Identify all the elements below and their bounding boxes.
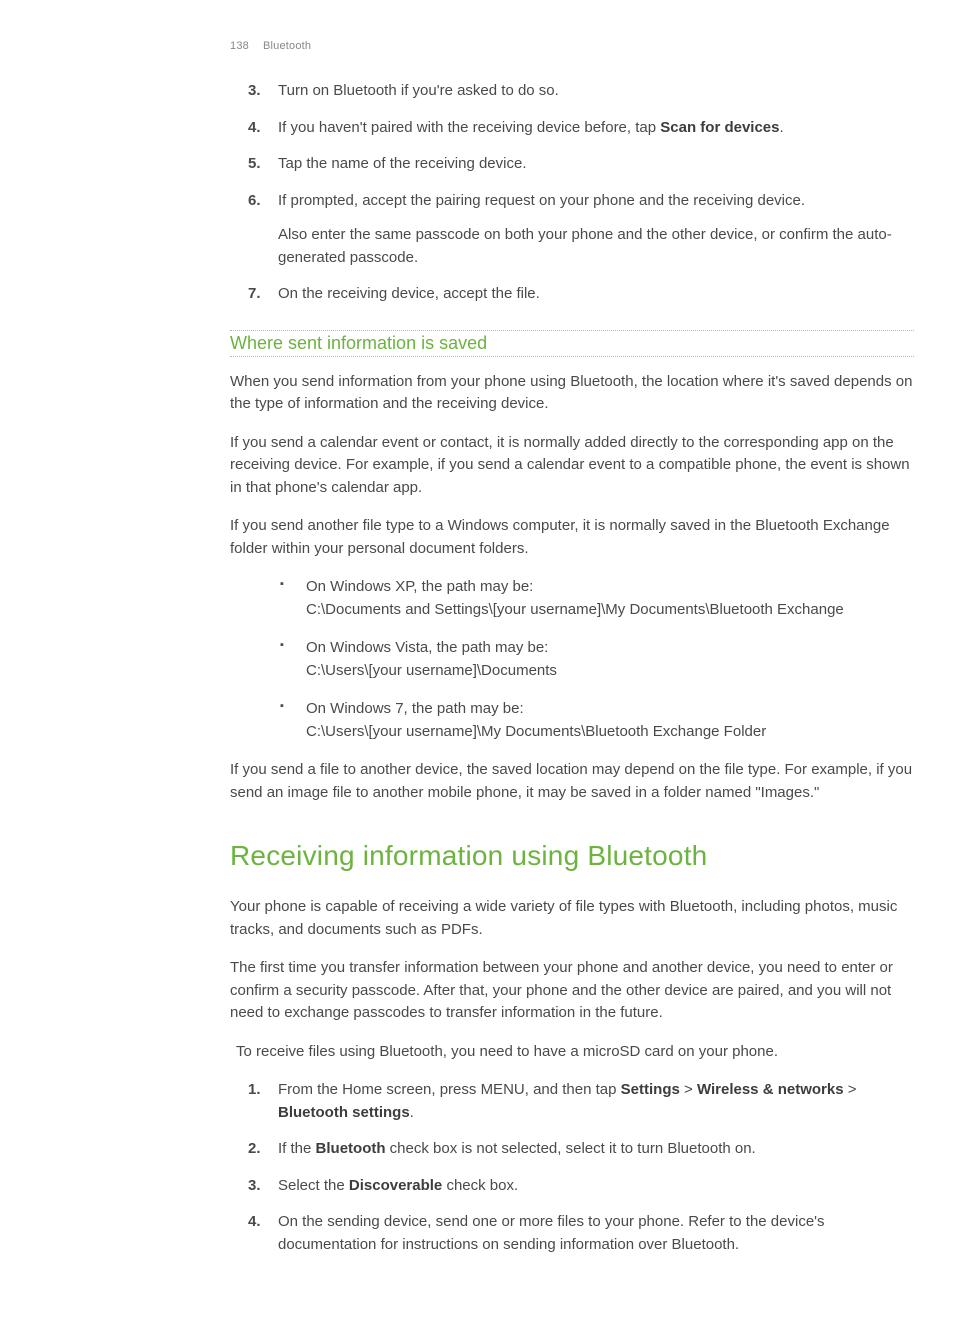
paragraph: If you send a calendar event or contact,…: [230, 432, 914, 500]
step-number: 3.: [248, 80, 261, 103]
step-item: 5. Tap the name of the receiving device.: [230, 153, 914, 176]
paragraph: Your phone is capable of receiving a wid…: [230, 896, 914, 941]
step-number: 4.: [248, 117, 261, 140]
divider: [230, 330, 914, 331]
steps-list-bottom: 1. From the Home screen, press MENU, and …: [230, 1079, 914, 1256]
step-item: 1. From the Home screen, press MENU, and …: [230, 1079, 914, 1124]
paragraph: When you send information from your phon…: [230, 371, 914, 416]
divider: [230, 356, 914, 357]
step-text: If prompted, accept the pairing request …: [278, 192, 805, 209]
step-text: Turn on Bluetooth if you're asked to do …: [278, 82, 559, 99]
subheading: Where sent information is saved: [230, 333, 914, 354]
step-item: 2. If the Bluetooth check box is not sele…: [230, 1138, 914, 1161]
step-number: 1.: [248, 1079, 261, 1102]
page-header: 138 Bluetooth: [230, 40, 914, 52]
step-extra: Also enter the same passcode on both you…: [278, 224, 914, 269]
step-text: Tap the name of the receiving device.: [278, 155, 526, 172]
step-item: 3. Turn on Bluetooth if you're asked to d…: [230, 80, 914, 103]
bold-term: Bluetooth settings: [278, 1104, 410, 1121]
bullet-head: On Windows XP, the path may be:: [306, 576, 914, 599]
step-number: 6.: [248, 190, 261, 213]
step-text: On the sending device, send one or more …: [278, 1213, 825, 1253]
bullet-item: On Windows XP, the path may be:C:\Docume…: [278, 576, 914, 621]
step-text: If the Bluetooth check box is not select…: [278, 1140, 756, 1157]
note-paragraph: To receive files using Bluetooth, you ne…: [236, 1041, 914, 1064]
step-item: 4. If you haven't paired with the receivi…: [230, 117, 914, 140]
step-text: If you haven't paired with the receiving…: [278, 119, 784, 136]
step-item: 4. On the sending device, send one or mor…: [230, 1211, 914, 1256]
bullet-item: On Windows 7, the path may be:C:\Users\[…: [278, 698, 914, 743]
step-number: 4.: [248, 1211, 261, 1234]
page-number: 138: [230, 40, 249, 52]
paragraph: If you send another file type to a Windo…: [230, 515, 914, 560]
bullet-path: C:\Users\[your username]\My Documents\Bl…: [306, 721, 914, 744]
step-item: 6. If prompted, accept the pairing reques…: [230, 190, 914, 270]
step-item: 3. Select the Discoverable check box.: [230, 1175, 914, 1198]
bold-term: Scan for devices: [660, 119, 779, 136]
step-text: On the receiving device, accept the file…: [278, 285, 540, 302]
bold-term: Bluetooth: [316, 1140, 386, 1157]
bullet-item: On Windows Vista, the path may be:C:\Use…: [278, 637, 914, 682]
bullet-head: On Windows 7, the path may be:: [306, 698, 914, 721]
step-number: 2.: [248, 1138, 261, 1161]
section-heading: Receiving information using Bluetooth: [230, 840, 914, 872]
subheading-block: Where sent information is saved: [230, 330, 914, 357]
step-item: 7. On the receiving device, accept the fi…: [230, 283, 914, 306]
step-number: 7.: [248, 283, 261, 306]
bold-term: Settings: [621, 1081, 680, 1098]
bullet-head: On Windows Vista, the path may be:: [306, 637, 914, 660]
bold-term: Discoverable: [349, 1177, 442, 1194]
paragraph: The first time you transfer information …: [230, 957, 914, 1025]
steps-list-top: 3. Turn on Bluetooth if you're asked to d…: [230, 80, 914, 306]
step-number: 5.: [248, 153, 261, 176]
bullet-path: C:\Users\[your username]\Documents: [306, 660, 914, 683]
bold-term: Wireless & networks: [697, 1081, 844, 1098]
step-number: 3.: [248, 1175, 261, 1198]
paragraph: If you send a file to another device, th…: [230, 759, 914, 804]
bullet-path: C:\Documents and Settings\[your username…: [306, 599, 914, 622]
step-text: Select the Discoverable check box.: [278, 1177, 518, 1194]
section-name: Bluetooth: [263, 40, 311, 52]
step-text: From the Home screen, press MENU, and th…: [278, 1081, 856, 1121]
document-page: 138 Bluetooth 3. Turn on Bluetooth if you'…: [0, 0, 954, 1330]
bullet-list: On Windows XP, the path may be:C:\Docume…: [230, 576, 914, 743]
